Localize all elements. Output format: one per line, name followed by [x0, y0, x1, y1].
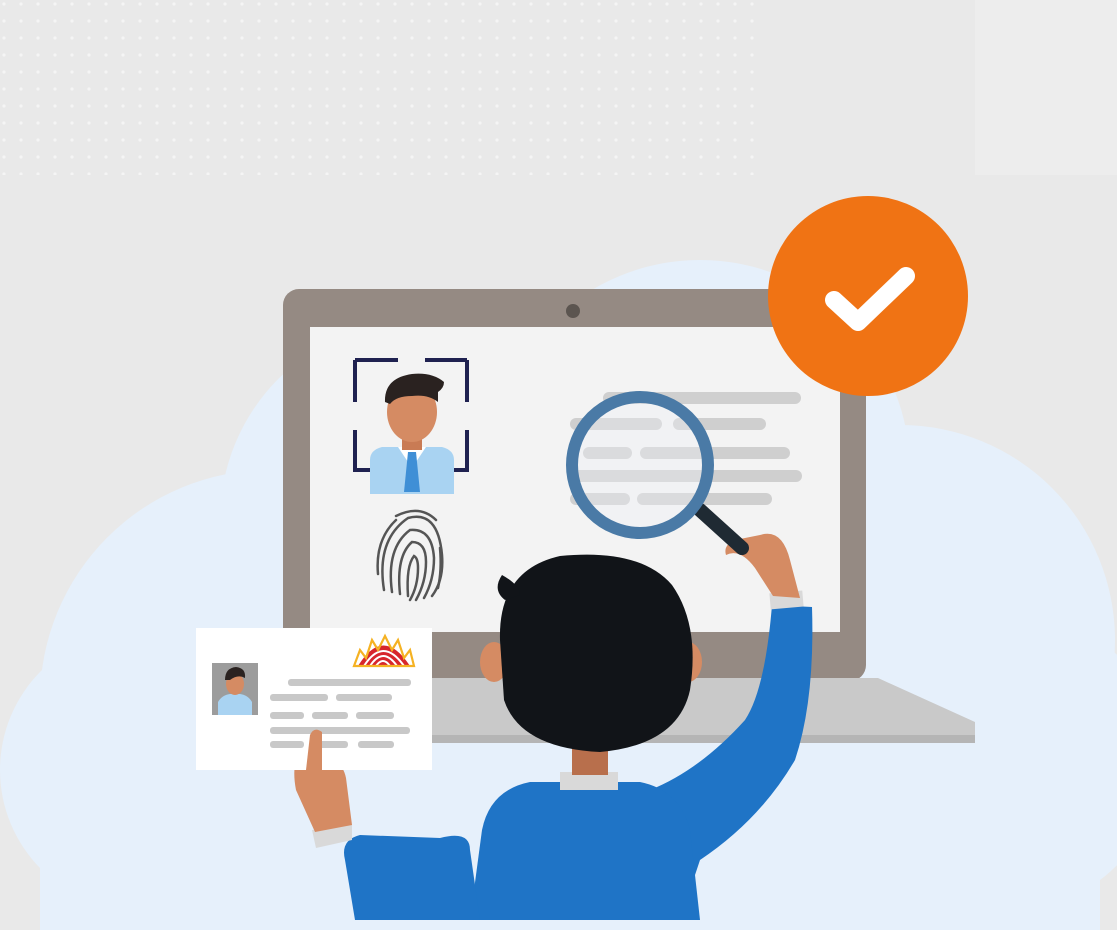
webcam [566, 304, 580, 318]
torso [470, 782, 700, 920]
left-arm [344, 835, 480, 920]
top-right-panel [975, 0, 1117, 175]
id-card [196, 628, 432, 770]
dot-pattern [0, 0, 760, 175]
verification-illustration [0, 0, 1117, 930]
verified-badge [768, 196, 968, 396]
head-hair [499, 554, 693, 752]
